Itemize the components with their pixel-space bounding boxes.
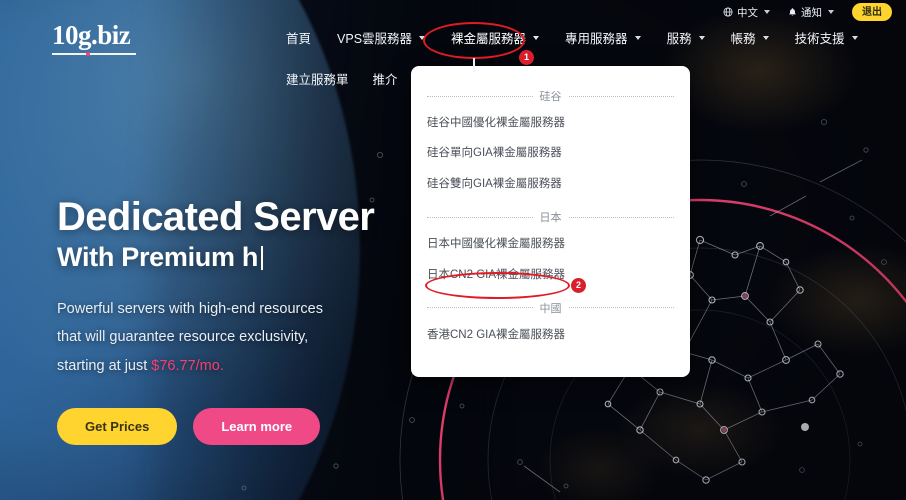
nav-label: 建立服務單 xyxy=(286,73,349,87)
nav-item-support[interactable]: 技術支援 xyxy=(795,26,858,49)
hero-price: $76.77/mo. xyxy=(151,357,224,374)
nav-label: 服務 xyxy=(666,32,692,46)
dropdown-item-jp-cn2-gia[interactable]: 日本CN2 GIA裸金屬服務器 xyxy=(411,260,690,290)
dropdown-group-header-china: 中國 xyxy=(411,300,690,316)
dropdown-group-header-silicon-valley: 硅谷 xyxy=(411,88,690,104)
bell-icon xyxy=(788,7,797,17)
nav-item-home[interactable]: 首頁 xyxy=(286,26,311,49)
logout-button[interactable]: 退出 xyxy=(852,3,892,21)
hero-subtitle-wrap: With Premium h xyxy=(57,243,457,273)
page-root: 中文 通知 退出 10g.biz 首頁 VPS雲服務器 裸金屬服務器 專用服務器… xyxy=(0,0,906,500)
language-label: 中文 xyxy=(737,6,758,19)
chevron-down-icon xyxy=(762,35,769,40)
nav-label: 首頁 xyxy=(286,32,312,46)
group-label: 中國 xyxy=(539,302,562,315)
chevron-down-icon xyxy=(851,35,858,40)
nav-row-primary: 首頁 VPS雲服務器 裸金屬服務器 專用服務器 服務 帳務 技術支援 xyxy=(286,26,886,49)
nav-label: VPS雲服務器 xyxy=(337,32,413,46)
hero-title: Dedicated Server xyxy=(57,195,375,239)
nav-row-secondary: 建立服務單 推介 xyxy=(286,67,886,90)
nav-label: 技術支援 xyxy=(794,32,845,46)
nav-label: 推介 xyxy=(372,73,398,87)
site-logo[interactable]: 10g.biz xyxy=(52,20,136,56)
bare-metal-dropdown-menu: 硅谷 硅谷中國優化裸金屬服務器 硅谷單向GIA裸金屬服務器 硅谷雙向GIA裸金屬… xyxy=(411,66,690,377)
divider-left xyxy=(427,95,533,97)
chevron-down-icon xyxy=(828,10,834,14)
hero-description-line-2: that will guarantee resource exclusivity… xyxy=(57,329,309,346)
notifications-label: 通知 xyxy=(801,6,822,19)
divider-left xyxy=(427,216,533,218)
globe-icon xyxy=(723,7,733,17)
nav-item-billing[interactable]: 帳務 xyxy=(731,26,769,49)
divider-right xyxy=(568,307,674,309)
main-navigation: 首頁 VPS雲服務器 裸金屬服務器 專用服務器 服務 帳務 技術支援 建立服務單… xyxy=(286,26,886,90)
dropdown-item-sv-twoway-gia[interactable]: 硅谷雙向GIA裸金屬服務器 xyxy=(411,169,690,199)
chevron-down-icon xyxy=(764,10,770,14)
dropdown-item-sv-china-optimized[interactable]: 硅谷中國優化裸金屬服務器 xyxy=(411,108,690,138)
divider-right xyxy=(568,95,674,97)
logo-text: 10g.biz xyxy=(52,20,131,50)
hero-description: Powerful servers with high-end resources… xyxy=(57,295,457,380)
chevron-down-icon xyxy=(634,35,641,40)
dropdown-item-sv-oneway-gia[interactable]: 硅谷單向GIA裸金屬服務器 xyxy=(411,138,690,168)
hero-actions: Get Prices Learn more xyxy=(57,407,457,445)
nav-label: 專用服務器 xyxy=(565,32,628,46)
nav-label: 裸金屬服務器 xyxy=(451,32,527,46)
typing-cursor-icon xyxy=(261,246,264,271)
language-selector[interactable]: 中文 xyxy=(723,5,770,20)
divider-right xyxy=(568,216,674,218)
logo-underline xyxy=(52,52,136,56)
hero-price-prefix: starting at just xyxy=(57,357,152,374)
nav-item-vps-cloud[interactable]: VPS雲服務器 xyxy=(337,26,426,49)
nav-item-create-ticket[interactable]: 建立服務單 xyxy=(286,67,349,90)
divider-left xyxy=(427,307,533,309)
nav-item-bare-metal[interactable]: 裸金屬服務器 xyxy=(451,26,540,49)
hero-subtitle: With Premium h xyxy=(57,242,259,273)
group-label: 日本 xyxy=(539,212,562,225)
hero-description-line-1: Powerful servers with high-end resources xyxy=(57,301,323,318)
utility-bar: 中文 通知 退出 xyxy=(723,0,906,24)
nav-label: 帳務 xyxy=(730,32,756,46)
hero-section: Dedicated Server With Premium h Powerful… xyxy=(57,196,457,445)
dropdown-item-hk-cn2-gia[interactable]: 香港CN2 GIA裸金屬服務器 xyxy=(411,320,690,350)
learn-more-button[interactable]: Learn more xyxy=(193,407,321,445)
chevron-down-icon xyxy=(533,35,540,40)
hero-description-line-3: starting at just $76.77/mo. xyxy=(57,352,457,380)
nav-item-dedicated[interactable]: 專用服務器 xyxy=(565,26,641,49)
chevron-down-icon xyxy=(698,35,705,40)
group-label: 硅谷 xyxy=(539,91,562,103)
notifications-menu[interactable]: 通知 xyxy=(788,5,834,20)
nav-item-services[interactable]: 服務 xyxy=(667,26,705,49)
chevron-down-icon xyxy=(419,35,426,40)
get-prices-button[interactable]: Get Prices xyxy=(57,407,178,445)
dropdown-group-header-japan: 日本 xyxy=(411,209,690,225)
dropdown-item-jp-china-optimized[interactable]: 日本中國優化裸金屬服務器 xyxy=(411,229,690,259)
nav-item-referral[interactable]: 推介 xyxy=(373,67,398,90)
